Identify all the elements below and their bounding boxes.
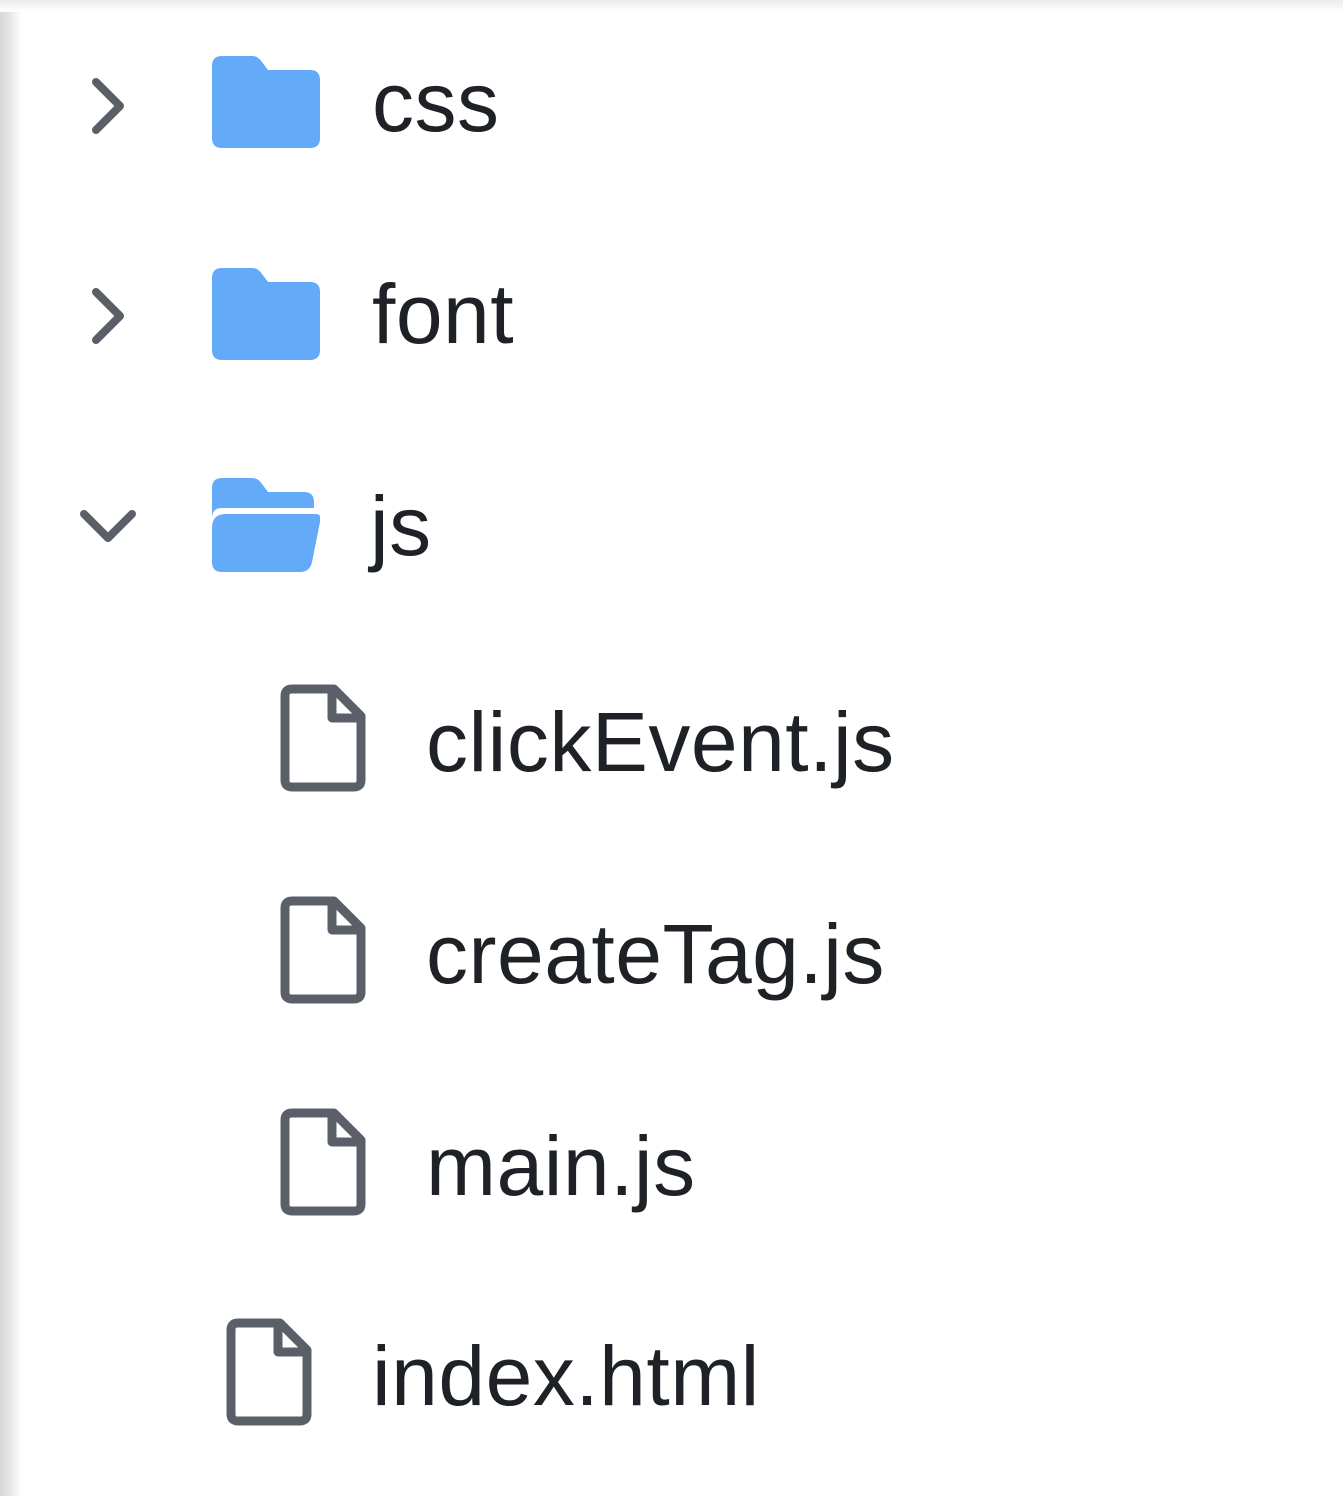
chevron-down-icon[interactable] xyxy=(78,498,138,558)
folder-open-icon xyxy=(212,478,320,572)
tree-item-label: font xyxy=(372,267,515,361)
tree-item-main-file[interactable]: main.js xyxy=(0,1088,1343,1238)
tree-item-clickevent-file[interactable]: clickEvent.js xyxy=(0,664,1343,814)
file-explorer-panel: css font js clickEvent.js createTag.js m… xyxy=(0,0,1343,1496)
folder-icon xyxy=(212,268,320,360)
tree-item-createtag-file[interactable]: createTag.js xyxy=(0,876,1343,1026)
tree-item-css-folder[interactable]: css xyxy=(0,30,1343,180)
tree-item-label: createTag.js xyxy=(426,907,885,1001)
tree-item-label: index.html xyxy=(372,1329,760,1423)
tree-item-js-folder[interactable]: js xyxy=(0,452,1343,602)
folder-icon xyxy=(212,56,320,148)
tree-item-label: css xyxy=(372,55,500,149)
tree-item-label: clickEvent.js xyxy=(426,695,895,789)
chevron-right-icon[interactable] xyxy=(80,286,140,346)
panel-top-shadow xyxy=(0,0,1343,12)
file-icon xyxy=(280,896,366,1004)
file-icon xyxy=(280,1108,366,1216)
file-icon xyxy=(280,684,366,792)
file-icon xyxy=(226,1318,312,1426)
tree-item-label: main.js xyxy=(426,1119,696,1213)
tree-item-font-folder[interactable]: font xyxy=(0,242,1343,392)
tree-item-index-file[interactable]: index.html xyxy=(0,1298,1343,1448)
chevron-right-icon[interactable] xyxy=(80,76,140,136)
tree-item-label: js xyxy=(370,479,432,573)
